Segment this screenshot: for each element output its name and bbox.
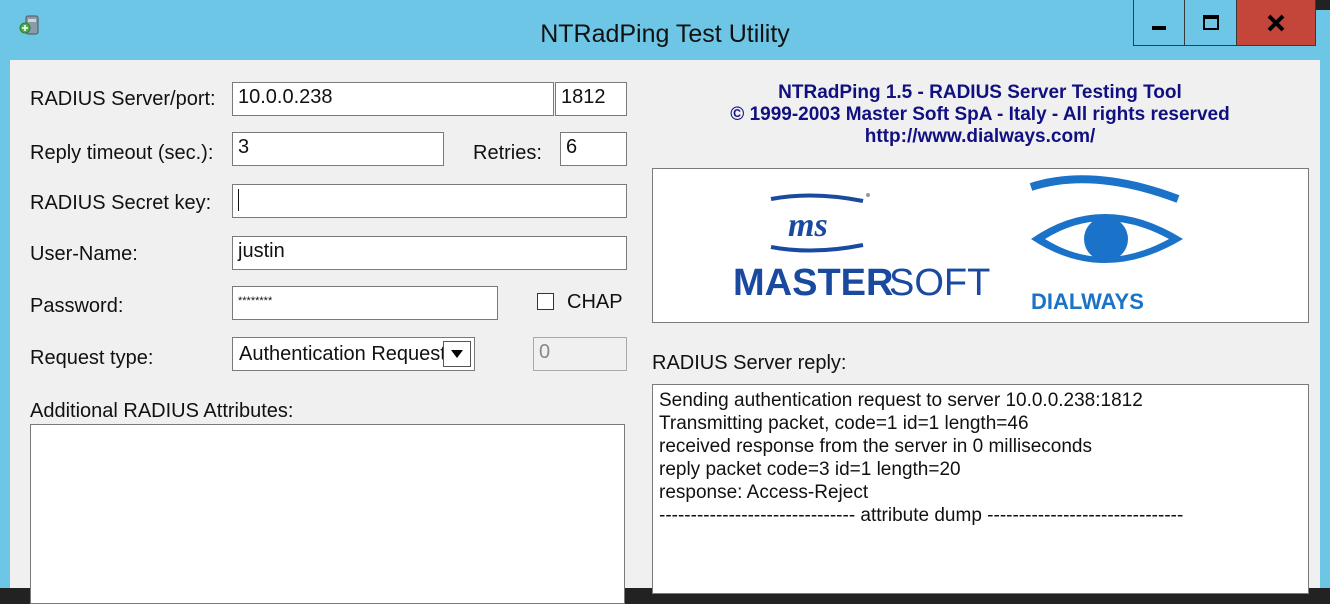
screen-edge <box>1316 0 1330 10</box>
header-copyright: © 1999-2003 Master Soft SpA - Italy - Al… <box>730 104 1230 125</box>
request-type-value: Authentication Request <box>239 343 446 365</box>
header-title: NTRadPing 1.5 - RADIUS Server Testing To… <box>778 82 1182 103</box>
maximize-icon <box>1202 14 1219 30</box>
maximize-button[interactable] <box>1185 0 1237 46</box>
additional-attributes-label: Additional RADIUS Attributes: <box>30 400 294 422</box>
reply-line: Transmitting packet, code=1 id=1 length=… <box>659 413 1029 434</box>
mastersoft-light-text: SOFT <box>889 262 990 304</box>
password-label: Password: <box>30 295 124 317</box>
reply-line: reply packet code=3 id=1 length=20 <box>659 459 961 480</box>
reply-line: response: Access-Reject <box>659 482 869 503</box>
mastersoft-logo: ms MASTER SOFT <box>733 193 990 304</box>
dropdown-button[interactable] <box>443 341 471 367</box>
reply-timeout-input[interactable]: 3 <box>232 132 444 166</box>
title-bar[interactable]: NTRadPing Test Utility <box>0 0 1330 60</box>
request-type-select[interactable]: Authentication Request <box>232 337 475 371</box>
dialways-text: DIALWAYS <box>1031 289 1144 314</box>
username-label: User-Name: <box>30 243 138 265</box>
server-port-label: RADIUS Server/port: <box>30 88 216 110</box>
chap-label: CHAP <box>567 291 623 313</box>
logos: ms MASTER SOFT DIALWAYS <box>733 175 1183 314</box>
request-code-input: 0 <box>533 337 627 371</box>
dialways-logo: DIALWAYS <box>1029 175 1183 314</box>
close-icon <box>1267 14 1285 31</box>
reply-line: Sending authentication request to server… <box>659 390 1143 411</box>
server-port-input[interactable]: 1812 <box>555 82 627 116</box>
dialog-body: RADIUS Server/port: 10.0.0.238 1812 Repl… <box>10 60 1320 604</box>
reply-line: ------------------------------- attribut… <box>659 505 1184 526</box>
chap-checkbox[interactable] <box>537 293 554 310</box>
password-input[interactable]: ******** <box>232 286 498 320</box>
server-reply-label: RADIUS Server reply: <box>652 352 847 374</box>
request-type-label: Request type: <box>30 347 154 369</box>
ms-logo-text: ms <box>788 207 828 244</box>
server-reply-textarea[interactable]: Sending authentication request to server… <box>652 384 1309 594</box>
app-window: NTRadPing Test Utility RADIUS Server/por… <box>0 0 1330 604</box>
logo-panel: ms MASTER SOFT DIALWAYS <box>652 168 1309 323</box>
minimize-button[interactable] <box>1133 0 1185 46</box>
text-cursor <box>238 188 239 211</box>
window-title: NTRadPing Test Utility <box>540 20 790 48</box>
header-url[interactable]: http://www.dialways.com/ <box>650 126 1310 148</box>
secret-key-input[interactable] <box>232 184 627 218</box>
minimize-icon <box>1152 25 1166 30</box>
mastersoft-bold-text: MASTER <box>733 262 893 304</box>
reply-timeout-label: Reply timeout (sec.): <box>30 142 214 164</box>
username-input[interactable]: justin <box>232 236 627 270</box>
additional-attributes-textarea[interactable] <box>30 424 625 604</box>
chevron-down-icon <box>451 350 463 358</box>
retries-input[interactable]: 6 <box>560 132 627 166</box>
reply-line: received response from the server in 0 m… <box>659 436 1092 457</box>
server-address-input[interactable]: 10.0.0.238 <box>232 82 554 116</box>
secret-key-label: RADIUS Secret key: <box>30 192 212 214</box>
close-button[interactable] <box>1237 0 1316 46</box>
retries-label: Retries: <box>473 142 542 164</box>
